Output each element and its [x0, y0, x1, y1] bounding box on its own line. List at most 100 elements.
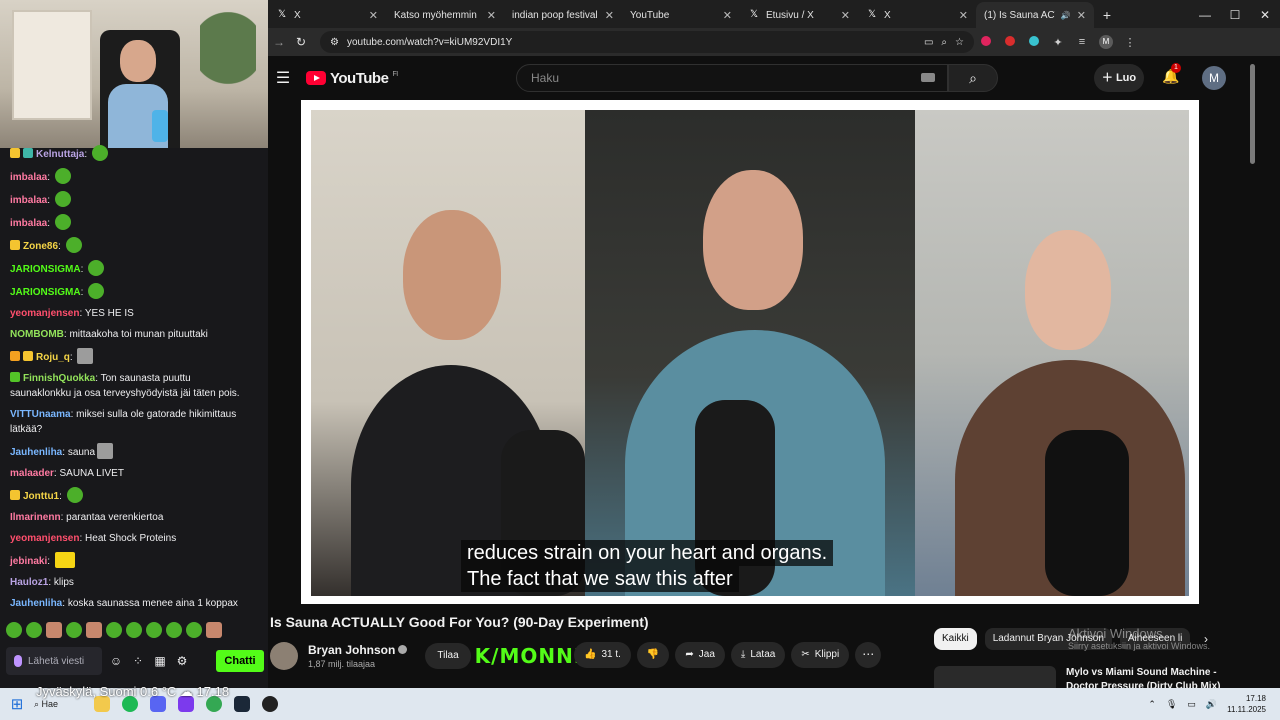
clock[interactable]: 17.18 11.11.2025 [1227, 693, 1266, 715]
emoji-icon[interactable]: ☺ [108, 653, 124, 669]
chat-message: Jonttu1: [10, 487, 242, 504]
clip-button[interactable]: ✂ Klippi [791, 642, 850, 668]
bookmark-star-icon[interactable]: ☆ [955, 37, 964, 48]
reload-icon[interactable]: ↻ [290, 35, 312, 49]
tray-mic-icon[interactable]: 🎙 [1166, 699, 1177, 710]
chat-username[interactable]: yeomanjensen [10, 308, 79, 319]
channel-name[interactable]: Bryan Johnson [308, 643, 395, 657]
hamburger-menu-icon[interactable]: ☰ [272, 68, 294, 88]
chat-username[interactable]: Jauhenliha [10, 447, 62, 458]
chat-input[interactable]: Lähetä viesti [6, 647, 102, 675]
extension-color-icon[interactable] [1022, 35, 1046, 49]
video-frame[interactable]: reduces strain on your heart and organs.… [311, 110, 1189, 596]
reading-list-icon[interactable]: ≡ [1070, 36, 1094, 48]
browser-tab[interactable]: YouTube ✕ [536, 2, 740, 68]
chat-username[interactable]: JARIONSIGMA [10, 287, 81, 298]
chat-username[interactable]: imbalaa [10, 195, 47, 206]
kebab-menu-icon[interactable]: ⋮ [1118, 36, 1142, 49]
forward-icon[interactable]: → [268, 35, 290, 49]
volume-icon[interactable]: 🔊 [1206, 699, 1217, 710]
channel-avatar[interactable] [270, 642, 298, 670]
chat-username[interactable]: VITTUnaama [10, 409, 71, 420]
browser-tab[interactable]: Katso myöhemmin ✕ [386, 2, 548, 68]
obs-icon[interactable] [262, 696, 278, 712]
tab-close-icon[interactable]: ✕ [369, 9, 378, 22]
tab-close-icon[interactable]: ✕ [605, 9, 614, 22]
browser-tab[interactable]: 𝕏 Etusivu / X ✕ [740, 2, 858, 28]
keyboard-icon[interactable] [921, 73, 935, 82]
notifications-bell-icon[interactable]: 🔔 1 [1162, 63, 1181, 86]
tab-close-icon[interactable]: ✕ [1077, 9, 1086, 22]
zoom-icon[interactable]: ⌕ [941, 37, 947, 48]
subtitle-line-1: reduces strain on your heart and organs. [461, 540, 834, 566]
tab-close-icon[interactable]: ✕ [723, 9, 732, 22]
emote-bar[interactable] [6, 622, 252, 642]
video-player[interactable]: reduces strain on your heart and organs.… [301, 100, 1199, 604]
create-button[interactable]: ＋ Luo [1094, 64, 1144, 92]
chat-username[interactable]: jebinaki [10, 556, 47, 567]
cast-icon[interactable]: ▭ [924, 37, 933, 48]
download-button[interactable]: ⤓ Lataa [730, 642, 786, 668]
extension-icon[interactable]: ⁘ [130, 653, 146, 669]
tab-audio-icon[interactable]: 🔊 [1061, 11, 1071, 20]
taskbar-search[interactable]: ⌕ Hae [34, 699, 94, 710]
weather-widget[interactable]: Jyväskylä, Suomi 0.6 °C ☁ 17.18 [36, 684, 229, 700]
youtube-logo[interactable]: YouTube FI [306, 70, 398, 87]
close-window-icon[interactable]: ✕ [1250, 2, 1280, 28]
recommended-video[interactable]: Mylo vs Miami Sound Machine - Doctor Pre… [934, 666, 1234, 688]
tab-close-icon[interactable]: ✕ [841, 9, 850, 22]
windows-start-icon[interactable]: ⊞ [0, 695, 34, 713]
tab-close-icon[interactable]: ✕ [487, 9, 496, 22]
new-tab-button[interactable]: + [1094, 2, 1120, 28]
chat-username[interactable]: FinnishQuokka [23, 373, 95, 384]
page-scrollbar[interactable] [1248, 56, 1280, 688]
chat-username[interactable]: JARIONSIGMA [10, 264, 81, 275]
more-actions-icon[interactable]: ⋯ [855, 642, 882, 668]
chat-separator: : [47, 195, 53, 206]
like-button[interactable]: 👍 31 t. [574, 642, 631, 668]
scrollbar-thumb[interactable] [1250, 64, 1255, 164]
chat-username[interactable]: Kelnuttaja [36, 149, 84, 160]
chat-username[interactable]: imbalaa [10, 218, 47, 229]
address-bar[interactable]: ⚙ youtube.com/watch?v=kiUM92VDI1Y ▭ ⌕ ☆ [320, 31, 974, 53]
chat-username[interactable]: Zone86 [23, 241, 58, 252]
browser-tab[interactable]: indian poop festival ✕ [504, 2, 622, 68]
store-icon[interactable]: ▦ [152, 653, 168, 669]
chat-username[interactable]: Hauloz1 [10, 577, 48, 588]
share-button[interactable]: ➦ Jaa [675, 642, 725, 668]
maximize-icon[interactable]: ☐ [1220, 2, 1250, 28]
dislike-button[interactable]: 👎 [636, 642, 670, 668]
recommended-title[interactable]: Mylo vs Miami Sound Machine - Doctor Pre… [1066, 666, 1220, 688]
channel-info: Bryan Johnson 1,87 milj. tilaajaa [308, 643, 408, 669]
chat-username[interactable]: Roju_q [36, 352, 70, 363]
search-input[interactable]: Haku [516, 64, 948, 92]
account-avatar[interactable]: M [1202, 66, 1226, 90]
site-info-icon[interactable]: ⚙ [330, 37, 339, 48]
extension-red-icon[interactable] [974, 35, 998, 49]
profile-avatar[interactable]: M [1094, 35, 1118, 49]
network-icon[interactable]: ▭ [1187, 699, 1196, 710]
chat-username[interactable]: imbalaa [10, 172, 47, 183]
extension-adblock-icon[interactable] [998, 35, 1022, 49]
search-button[interactable]: ⌕ [948, 64, 998, 92]
chat-username[interactable]: Jauhenliha [10, 598, 62, 609]
chat-username[interactable]: Jonttu1 [23, 491, 59, 502]
tray-chevron-icon[interactable]: ⌃ [1148, 699, 1156, 710]
chat-username[interactable]: Ilmarinenn [10, 512, 61, 523]
browser-tab[interactable]: (1) Is Sauna ACT 🔊 ✕ [536, 2, 1094, 68]
minimize-icon[interactable]: — [1190, 2, 1220, 28]
chip-all[interactable]: Kaikki [934, 628, 977, 650]
recommended-thumbnail[interactable] [934, 666, 1056, 688]
youtube-header: ☰ YouTube FI Haku ⌕ ＋ Luo 🔔 1 M [268, 56, 1248, 100]
subscribe-button[interactable]: Tilaa [425, 643, 471, 669]
gear-icon[interactable]: ⚙ [174, 653, 190, 669]
tab-close-icon[interactable]: ✕ [959, 9, 968, 22]
steam-icon[interactable] [234, 696, 250, 712]
extensions-puzzle-icon[interactable]: ✦ [1046, 36, 1070, 49]
chat-username[interactable]: yeomanjensen [10, 533, 79, 544]
browser-tab[interactable]: 𝕏 X ✕ [858, 2, 976, 28]
browser-tab[interactable]: 𝕏 X ✕ [268, 2, 386, 28]
chat-send-button[interactable]: Chatti [216, 650, 264, 672]
chat-username[interactable]: NOMBOMB [10, 329, 64, 340]
chat-username[interactable]: malaader [10, 468, 54, 479]
